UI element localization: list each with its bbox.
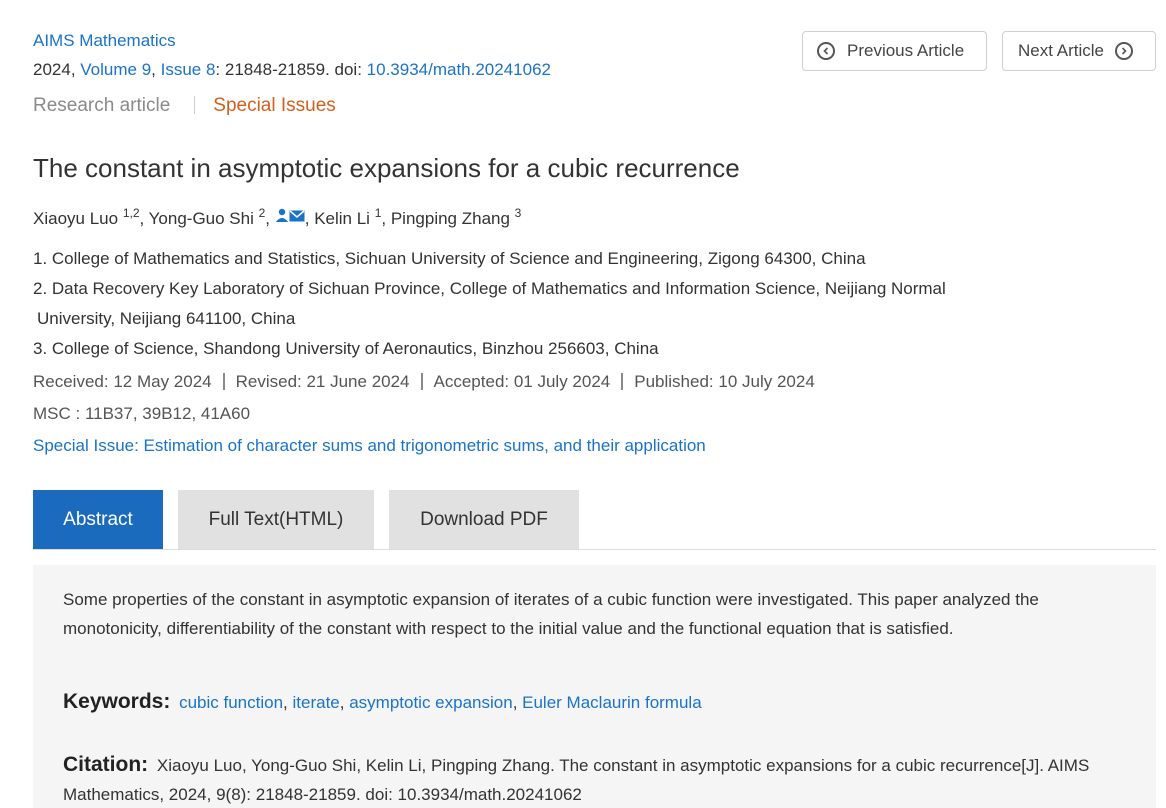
citation-label: Citation: [63,753,149,776]
author-name[interactable]: Pingping Zhang [391,209,510,228]
msc-codes: MSC : 11B37, 39B12, 41A60 [33,404,251,423]
mail-icon[interactable] [289,207,305,227]
previous-article-label: Previous Article [847,41,965,60]
keyword-link[interactable]: iterate [293,693,340,712]
tab-download-pdf[interactable]: Download PDF [389,490,579,549]
year-text: 2024, [33,60,81,79]
article-title: The constant in asymptotic expansions fo… [33,153,740,183]
abstract-text: Some properties of the constant in asymp… [63,590,1039,638]
volume-line: 2024, Volume 9, Issue 8: 21848-21859. do… [33,60,551,80]
keyword-link[interactable]: cubic function [179,693,283,712]
doi-link[interactable]: 10.3934/math.20241062 [367,60,551,79]
tab-full-text[interactable]: Full Text(HTML) [178,490,374,549]
comma-text: , [151,60,161,79]
keyword-link[interactable]: asymptotic expansion [349,693,512,712]
previous-article-button[interactable]: Previous Article [802,31,987,71]
abstract-panel: Some properties of the constant in asymp… [33,565,1156,808]
affiliation-item: 3. College of Science, Shandong Universi… [33,339,659,358]
chevron-left-circle-icon [817,42,835,60]
author-affil-sup: 3 [514,206,522,220]
author-name[interactable]: Kelin Li [314,209,370,228]
keyword-link[interactable]: Euler Maclaurin formula [522,693,702,712]
citation-block: Citation: Xiaoyu Luo, Yong-Guo Shi, Keli… [63,750,1113,808]
issue-link[interactable]: Issue 8 [161,60,216,79]
divider [621,373,624,390]
citation-text: Xiaoyu Luo, Yong-Guo Shi, Kelin Li, Ping… [63,756,1090,804]
author-affil-sup: 1 [374,206,382,220]
article-type: Research article [33,95,171,116]
author-affil-sup: 1,2 [122,206,140,220]
divider [194,96,196,114]
keywords-label: Keywords: [63,690,171,713]
divider [420,373,423,390]
article-type-line: Research article Special Issues [33,95,336,117]
received-date: Received: 12 May 2024 [33,372,212,391]
journal-link[interactable]: AIMS Mathematics [33,31,176,51]
next-article-button[interactable]: Next Article [1002,31,1156,71]
article-tabs: Abstract Full Text(HTML) Download PDF [33,490,1156,550]
chevron-right-circle-icon [1114,42,1133,60]
article-dates: Received: 12 May 2024 Revised: 21 June 20… [33,372,815,392]
affiliation-item: 2. Data Recovery Key Laboratory of Sichu… [33,279,946,298]
keywords-line: Keywords: cubic function, iterate, asymp… [63,690,702,713]
next-article-label: Next Article [1018,41,1104,60]
author-list: Xiaoyu Luo 1,2, Yong-Guo Shi 2, , Kelin … [33,206,522,228]
author-affil-sup: 2 [258,206,266,220]
divider [222,373,225,390]
article-page: AIMS Mathematics 2024, Volume 9, Issue 8… [0,0,1166,808]
accepted-date: Accepted: 01 July 2024 [433,372,611,391]
volume-link[interactable]: Volume 9 [80,60,151,79]
author-name[interactable]: Xiaoyu Luo [33,209,118,228]
person-icon[interactable] [275,207,289,227]
special-issue-link[interactable]: Special Issue: Estimation of character s… [33,436,706,456]
tab-abstract[interactable]: Abstract [33,490,163,549]
published-date: Published: 10 July 2024 [634,372,815,391]
affiliation-item: 1. College of Mathematics and Statistics… [33,249,866,268]
author-name[interactable]: Yong-Guo Shi [149,209,254,228]
affiliation-continuation: University, Neijiang 641100, China [37,309,296,328]
affiliation-item-continued: University, Neijiang 641100, China [33,309,295,329]
special-issues-link[interactable]: Special Issues [213,95,336,116]
pages-doi-text: : 21848-21859. doi: [215,60,367,79]
revised-date: Revised: 21 June 2024 [235,372,410,391]
